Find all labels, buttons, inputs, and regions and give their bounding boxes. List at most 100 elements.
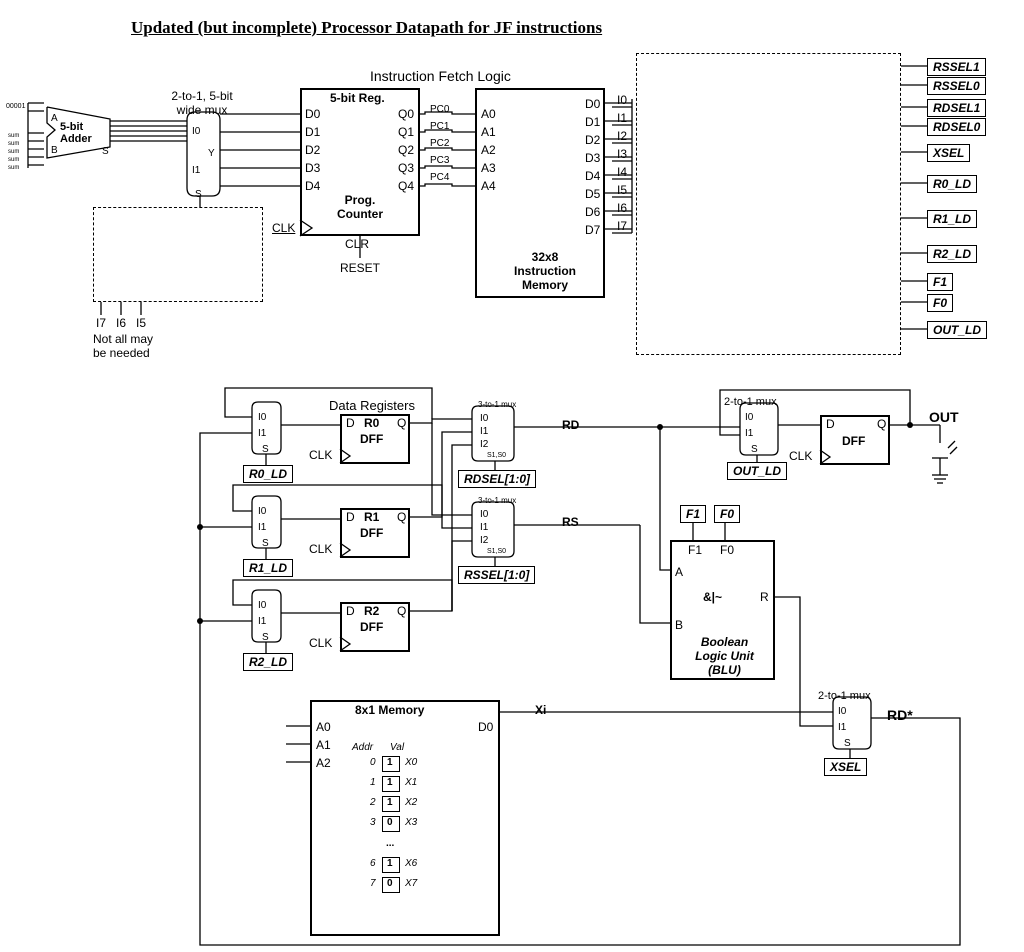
i7-lbl: I7	[96, 316, 106, 330]
reg5-reset: RESET	[340, 261, 380, 275]
mr2a: 2	[370, 797, 376, 808]
control-signals-box	[636, 53, 901, 355]
out-d: D	[826, 417, 835, 431]
out-mux-caption: 2-to-1 mux	[724, 396, 777, 408]
blu-f1: F1	[688, 543, 702, 557]
mux5-s: S	[195, 189, 202, 200]
r0-mux-i0: I0	[258, 412, 266, 423]
i3: I3	[617, 147, 627, 161]
r2-d: D	[346, 604, 355, 618]
rs-ctrl-box: RSSEL[1:0]	[458, 566, 535, 584]
i5-lbl: I5	[136, 316, 146, 330]
sig-rdsel0: RDSEL0	[927, 118, 986, 136]
imem-a3: A3	[481, 161, 496, 175]
rd-i1: I1	[480, 426, 488, 437]
mr3a: 3	[370, 817, 376, 828]
page-title: Updated (but incomplete) Processor Datap…	[131, 18, 602, 38]
mem-a1: A1	[316, 738, 331, 752]
rd-mux-caption: 3-to-1 mux	[478, 400, 516, 409]
r0-ld-box: R0_LD	[243, 465, 293, 483]
pc1: PC1	[430, 121, 449, 132]
tiny-00001: 00001	[6, 103, 25, 110]
r1-clk: CLK	[309, 542, 332, 556]
i0: I0	[617, 93, 627, 107]
i7: I7	[617, 219, 627, 233]
xsel-mux-caption: 2-to-1 mux	[818, 690, 871, 702]
rs-i0: I0	[480, 509, 488, 520]
mr6a: 6	[370, 858, 376, 869]
r2-mux-i1: I1	[258, 616, 266, 627]
r0-clk: CLK	[309, 448, 332, 462]
tiny-sum1: sum	[8, 133, 19, 139]
imem-a1: A1	[481, 125, 496, 139]
rdstar-label: RD*	[887, 707, 913, 723]
rs-label: RS	[562, 515, 579, 529]
rd-ctrl-box: RDSEL[1:0]	[458, 470, 536, 488]
rs-sel: S1,S0	[487, 548, 506, 555]
mr-dots: ...	[386, 838, 394, 849]
adder-a: A	[51, 113, 58, 124]
sig-r1ld: R1_LD	[927, 210, 977, 228]
rs-i1: I1	[480, 522, 488, 533]
mr7a: 7	[370, 878, 376, 889]
mr6vt: 1	[387, 858, 393, 869]
r1-name: R1	[364, 510, 379, 524]
mem-d0: D0	[478, 720, 493, 734]
blu-r: R	[760, 590, 769, 604]
i6: I6	[617, 201, 627, 215]
out-label: OUT	[929, 409, 959, 425]
r0-mux-s: S	[262, 444, 269, 455]
i6-lbl: I6	[116, 316, 126, 330]
pc4: PC4	[430, 172, 449, 183]
reg5-q2: Q2	[398, 143, 414, 157]
blu-f0: F0	[720, 543, 734, 557]
reg5-name: 5-bit Reg.	[330, 91, 385, 105]
pc3: PC3	[430, 155, 449, 166]
imem-d5: D5	[585, 187, 600, 201]
r1-mux-i0: I0	[258, 506, 266, 517]
data-regs-label: Data Registers	[329, 398, 415, 413]
r2-mux-i0: I0	[258, 600, 266, 611]
mr0vt: 1	[387, 757, 393, 768]
out-clk: CLK	[789, 449, 812, 463]
mux5-caption: 2-to-1, 5-bit wide mux	[157, 89, 247, 117]
mr2x: X2	[405, 797, 417, 808]
r0-dff: DFF	[360, 432, 383, 446]
rs-mux-caption: 3-to-1 mux	[478, 496, 516, 505]
imem-d6: D6	[585, 205, 600, 219]
sig-rssel0: RSSEL0	[927, 77, 986, 95]
mem8x1-name: 8x1 Memory	[355, 703, 424, 717]
i2: I2	[617, 129, 627, 143]
sig-outld: OUT_LD	[927, 321, 987, 339]
imem-d3: D3	[585, 151, 600, 165]
rs-i2: I2	[480, 535, 488, 546]
i1: I1	[617, 111, 627, 125]
mem-val-hdr: Val	[390, 742, 404, 753]
r1-mux-i1: I1	[258, 522, 266, 533]
reg5-clr: CLR	[345, 237, 369, 251]
blu-f0-top: F0	[714, 505, 740, 523]
sig-rdsel1: RDSEL1	[927, 99, 986, 117]
mux5-i1: I1	[192, 165, 200, 176]
sig-r0ld: R0_LD	[927, 175, 977, 193]
reg5-d0: D0	[305, 107, 320, 121]
blu-a: A	[675, 565, 683, 579]
mem-a2: A2	[316, 756, 331, 770]
mr7vt: 0	[387, 878, 393, 889]
imem-a4: A4	[481, 179, 496, 193]
r0-d: D	[346, 416, 355, 430]
tiny-sum5: sum	[8, 165, 19, 171]
tiny-sum2: sum	[8, 141, 19, 147]
reg5-d2: D2	[305, 143, 320, 157]
imem-d7: D7	[585, 223, 600, 237]
i4: I4	[617, 165, 627, 179]
pc2: PC2	[430, 138, 449, 149]
r1-dff: DFF	[360, 526, 383, 540]
mr3vt: 0	[387, 817, 393, 828]
out-ctrl-box: OUT_LD	[727, 462, 787, 480]
blu-op: &|~	[703, 590, 722, 604]
pc0: PC0	[430, 104, 449, 115]
mux5-y: Y	[208, 148, 215, 159]
mr6x: X6	[405, 858, 417, 869]
reg5-progcounter: Prog. Counter	[328, 193, 392, 221]
